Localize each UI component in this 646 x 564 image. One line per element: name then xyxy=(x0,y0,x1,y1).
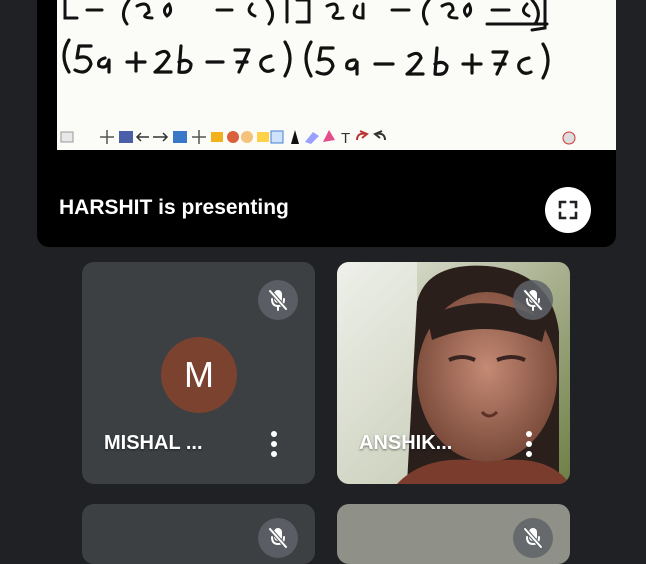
participant-tile[interactable]: ANSHIK... xyxy=(337,262,570,484)
dot xyxy=(271,431,277,437)
dot xyxy=(271,451,277,457)
highlighter-icon xyxy=(323,130,335,142)
more-options-button[interactable] xyxy=(260,428,288,460)
dot xyxy=(526,431,532,437)
mic-off-icon xyxy=(268,527,288,549)
redo-icon xyxy=(373,130,386,141)
mic-off-icon xyxy=(268,289,288,311)
participant-name: MISHAL ... xyxy=(104,432,203,454)
presenting-label: HARSHIT is presenting xyxy=(59,196,289,219)
folder-icon xyxy=(211,132,223,142)
record-icon xyxy=(562,131,576,145)
whiteboard-share: T xyxy=(57,0,616,150)
dot xyxy=(526,451,532,457)
text-tool-icon: T xyxy=(341,130,350,147)
participant-name: ANSHIK... xyxy=(359,432,453,454)
avatar: M xyxy=(161,337,237,413)
more-options-button[interactable] xyxy=(515,428,543,460)
fullscreen-icon xyxy=(558,200,578,220)
presentation-card[interactable]: T HARSHIT is presenting xyxy=(37,0,616,247)
arrow-left-icon xyxy=(135,132,149,142)
mic-off-icon xyxy=(523,289,543,311)
move-tool-icon xyxy=(100,130,114,144)
mic-off-badge xyxy=(513,280,553,320)
mic-off-badge xyxy=(258,518,298,558)
dot xyxy=(526,441,532,447)
mic-off-icon xyxy=(523,527,543,549)
hand-tool-icon xyxy=(241,131,253,143)
arrow-right-icon xyxy=(153,132,169,142)
eraser-icon xyxy=(305,132,319,144)
screen-tool-icon xyxy=(119,131,133,143)
globe-icon xyxy=(227,131,239,143)
meet-call-view: T HARSHIT is presenting M MISHAL ... ANS… xyxy=(0,0,646,564)
participant-tile[interactable] xyxy=(82,504,315,564)
slide-tool-icon xyxy=(173,131,187,143)
crosshair-icon xyxy=(192,130,206,144)
whiteboard-toolbar: T xyxy=(60,130,576,147)
dot xyxy=(271,441,277,447)
mic-off-badge xyxy=(513,518,553,558)
pen-icon xyxy=(291,130,299,144)
fullscreen-button[interactable] xyxy=(545,187,591,233)
mic-off-badge xyxy=(258,280,298,320)
select-icon xyxy=(270,130,284,144)
participant-tile[interactable]: M MISHAL ... xyxy=(82,262,315,484)
undo-icon xyxy=(356,130,369,141)
note-icon xyxy=(257,132,269,142)
image-tool-icon xyxy=(60,131,74,143)
participant-tile[interactable] xyxy=(337,504,570,564)
